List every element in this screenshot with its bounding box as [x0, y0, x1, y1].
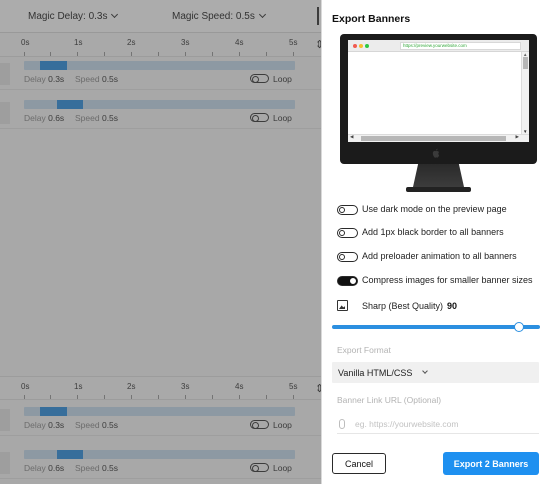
- link-icon: [339, 419, 345, 429]
- dark-mode-toggle[interactable]: [337, 205, 358, 215]
- banner-link-input[interactable]: [355, 417, 535, 431]
- window-maximize-dot: [365, 44, 369, 48]
- cancel-button[interactable]: Cancel: [332, 453, 386, 474]
- slider-thumb[interactable]: [514, 322, 524, 332]
- scroll-thumb: [523, 57, 528, 69]
- preview-vertical-scrollbar: ▲ ▼: [521, 52, 529, 134]
- preview-monitor-illustration: https://preview.yourwebsite.com ▲ ▼ ◀ ▶: [340, 34, 537, 194]
- banner-link-field[interactable]: [337, 416, 539, 434]
- monitor-screen: https://preview.yourwebsite.com ▲ ▼ ◀ ▶: [348, 40, 529, 142]
- window-minimize-dot: [359, 44, 363, 48]
- export-banners-panel: Export Banners https://preview.yourwebsi…: [321, 0, 550, 484]
- export-format-value: Vanilla HTML/CSS: [338, 368, 413, 378]
- black-border-toggle[interactable]: [337, 228, 358, 238]
- option-label: Use dark mode on the preview page: [362, 204, 507, 214]
- export-banners-button[interactable]: Export 2 Banners: [443, 452, 539, 475]
- monitor-foot: [406, 187, 471, 192]
- modal-overlay[interactable]: [0, 0, 321, 484]
- scroll-thumb: [361, 136, 506, 141]
- preloader-toggle[interactable]: [337, 252, 358, 262]
- image-icon: [337, 300, 348, 311]
- quality-label: Sharp (Best Quality) 90: [362, 301, 458, 311]
- preview-url-text: https://preview.yourwebsite.com: [403, 43, 467, 48]
- option-label: Add 1px black border to all banners: [362, 227, 504, 237]
- toggle-knob: [350, 277, 356, 284]
- toggle-knob: [339, 229, 345, 236]
- quality-value: 90: [447, 301, 458, 311]
- browser-bar: https://preview.yourwebsite.com: [348, 40, 529, 52]
- preview-horizontal-scrollbar: ◀ ▶: [348, 134, 529, 142]
- banner-link-label: Banner Link URL (Optional): [337, 395, 442, 405]
- export-format-select[interactable]: Vanilla HTML/CSS: [332, 362, 539, 383]
- toggle-knob: [339, 206, 345, 213]
- chevron-down-icon: [422, 368, 428, 374]
- scroll-left-icon: ◀: [350, 134, 354, 139]
- monitor-stand: [413, 164, 464, 187]
- option-label: Compress images for smaller banner sizes: [362, 275, 533, 285]
- compress-images-toggle[interactable]: [337, 276, 358, 286]
- preview-url: https://preview.yourwebsite.com: [400, 42, 521, 50]
- apple-logo-icon: [432, 148, 440, 158]
- monitor-bezel: https://preview.yourwebsite.com ▲ ▼ ◀ ▶: [340, 34, 537, 164]
- window-close-dot: [353, 44, 357, 48]
- quality-slider[interactable]: [332, 322, 540, 332]
- export-format-label: Export Format: [337, 345, 391, 355]
- editor-background: Magic Delay: 0.3s Magic Speed: 0.5s 0s 1…: [0, 0, 321, 484]
- panel-title: Export Banners: [332, 13, 411, 25]
- slider-rail[interactable]: [332, 325, 540, 329]
- option-label: Add preloader animation to all banners: [362, 251, 517, 261]
- scroll-right-icon: ▶: [515, 134, 519, 139]
- toggle-knob: [339, 253, 345, 260]
